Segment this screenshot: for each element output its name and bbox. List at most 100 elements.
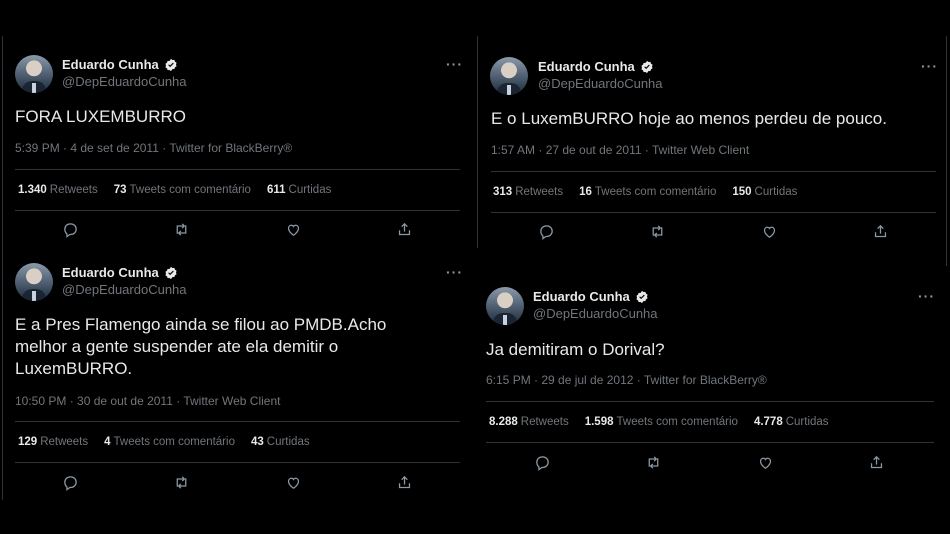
likes-count: 4.778 <box>753 416 783 428</box>
like-icon[interactable] <box>755 452 775 472</box>
quote-tweets-count: 4 <box>104 436 111 448</box>
retweets-stat[interactable]: 129 Retweets <box>18 436 88 448</box>
tweet-text: Ja demitiram o Dorival? <box>486 339 926 361</box>
author-row: Eduardo Cunha <box>62 57 178 72</box>
quote-tweets-stat[interactable]: 1.598 Tweets com comentário <box>585 416 738 428</box>
share-icon[interactable] <box>871 221 891 241</box>
tweet-card[interactable]: Eduardo Cunha @DepEduardoCunha ··· Ja de… <box>472 250 950 490</box>
retweets-count: 129 <box>18 436 38 448</box>
retweets-label: Retweets <box>515 186 564 198</box>
more-options-icon[interactable]: ··· <box>921 58 938 74</box>
quote-tweets-label: Tweets com comentário <box>113 436 235 448</box>
likes-label: Curtidas <box>288 184 332 196</box>
author-row: Eduardo Cunha <box>62 265 178 280</box>
author-name[interactable]: Eduardo Cunha <box>533 289 630 304</box>
likes-stat[interactable]: 4.778 Curtidas <box>754 416 829 428</box>
author-handle[interactable]: @DepEduardoCunha <box>62 74 187 89</box>
tweet-stats: 8.288 Retweets 1.598 Tweets com comentário… <box>489 416 845 428</box>
retweet-icon[interactable] <box>644 452 664 472</box>
author-row: Eduardo Cunha <box>533 289 649 304</box>
share-icon[interactable] <box>867 452 887 472</box>
reply-icon[interactable] <box>60 472 80 492</box>
retweets-label: Retweets <box>520 416 569 428</box>
author-name[interactable]: Eduardo Cunha <box>538 59 635 74</box>
tweet-text-line: LuxemBURRO. <box>15 359 133 378</box>
likes-label: Curtidas <box>754 186 798 198</box>
avatar[interactable] <box>15 263 53 301</box>
likes-label: Curtidas <box>266 436 310 448</box>
retweets-count: 1.340 <box>18 184 47 196</box>
like-icon[interactable] <box>759 221 779 241</box>
tweet-timestamp-source[interactable]: 5:39 PM · 4 de set de 2011 · Twitter for… <box>15 141 292 155</box>
quote-tweets-stat[interactable]: 4 Tweets com comentário <box>104 436 235 448</box>
divider <box>491 171 936 172</box>
avatar[interactable] <box>15 55 53 93</box>
author-handle[interactable]: @DepEduardoCunha <box>538 76 663 91</box>
tweet-stats: 313 Retweets 16 Tweets com comentário 150 C… <box>493 186 813 198</box>
retweets-stat[interactable]: 8.288 Retweets <box>489 416 569 428</box>
like-icon[interactable] <box>283 219 303 239</box>
quote-tweets-count: 1.598 <box>584 416 614 428</box>
likes-stat[interactable]: 43 Curtidas <box>251 436 310 448</box>
retweet-icon[interactable] <box>648 221 668 241</box>
action-bar <box>60 472 415 492</box>
retweets-stat[interactable]: 1.340 Retweets <box>18 184 98 196</box>
more-options-icon[interactable]: ··· <box>446 264 463 280</box>
tweet-card[interactable]: Eduardo Cunha @DepEduardoCunha ··· E o L… <box>476 0 950 250</box>
tweet-text: E a Pres Flamengo ainda se filou ao PMDB… <box>15 314 455 380</box>
avatar[interactable] <box>486 287 524 325</box>
tweet-card[interactable]: Eduardo Cunha @DepEduardoCunha ··· FORA … <box>0 0 475 250</box>
likes-stat[interactable]: 611 Curtidas <box>267 184 331 196</box>
author-name[interactable]: Eduardo Cunha <box>62 265 159 280</box>
more-options-icon[interactable]: ··· <box>446 56 463 72</box>
quote-tweets-label: Tweets com comentário <box>594 186 717 198</box>
share-icon[interactable] <box>395 219 415 239</box>
retweets-label: Retweets <box>40 436 89 448</box>
retweet-icon[interactable] <box>172 472 192 492</box>
likes-label: Curtidas <box>785 416 829 428</box>
author-name[interactable]: Eduardo Cunha <box>62 57 159 72</box>
reply-icon[interactable] <box>60 219 80 239</box>
quote-tweets-stat[interactable]: 16 Tweets com comentário <box>579 186 716 198</box>
quote-tweets-count: 73 <box>113 184 127 196</box>
retweets-count: 313 <box>493 186 513 198</box>
author-handle[interactable]: @DepEduardoCunha <box>62 282 187 297</box>
action-bar <box>536 221 891 241</box>
tweet-text-line: FORA LUXEMBURRO <box>15 107 186 126</box>
divider <box>15 462 460 463</box>
share-icon[interactable] <box>395 472 415 492</box>
tweet-text-line: E o LuxemBURRO hoje ao menos perdeu de p… <box>491 109 887 128</box>
divider <box>491 212 936 213</box>
likes-count: 611 <box>266 184 286 196</box>
action-bar <box>60 219 415 239</box>
verified-badge-icon <box>636 290 648 303</box>
reply-icon[interactable] <box>536 221 556 241</box>
more-options-icon[interactable]: ··· <box>918 288 935 304</box>
retweets-label: Retweets <box>49 184 98 196</box>
tweet-text: FORA LUXEMBURRO <box>15 106 455 128</box>
tweet-timestamp-source[interactable]: 1:57 AM · 27 de out de 2011 · Twitter We… <box>491 143 749 157</box>
tweet-text-line: E a Pres Flamengo ainda se filou ao PMDB… <box>15 315 387 334</box>
avatar[interactable] <box>490 57 528 95</box>
likes-count: 150 <box>732 186 752 198</box>
quote-tweets-stat[interactable]: 73 Tweets com comentário <box>114 184 251 196</box>
verified-badge-icon <box>165 266 177 279</box>
tweet-text-line: melhor a gente suspender ate ela demitir… <box>15 337 339 356</box>
divider <box>486 442 934 443</box>
author-handle[interactable]: @DepEduardoCunha <box>533 306 658 321</box>
tweet-timestamp-source[interactable]: 6:15 PM · 29 de jul de 2012 · Twitter fo… <box>486 373 767 387</box>
author-row: Eduardo Cunha <box>538 59 654 74</box>
retweet-icon[interactable] <box>172 219 192 239</box>
reply-icon[interactable] <box>532 452 552 472</box>
likes-stat[interactable]: 150 Curtidas <box>732 186 797 198</box>
like-icon[interactable] <box>283 472 303 492</box>
tweet-card[interactable]: Eduardo Cunha @DepEduardoCunha ··· E a P… <box>0 250 475 500</box>
verified-badge-icon <box>641 60 653 73</box>
verified-badge-icon <box>165 58 177 71</box>
tweet-timestamp-source[interactable]: 10:50 PM · 30 de out de 2011 · Twitter W… <box>15 394 280 408</box>
likes-count: 43 <box>250 436 264 448</box>
tweet-text: E o LuxemBURRO hoje ao menos perdeu de p… <box>491 108 931 130</box>
divider <box>486 401 934 402</box>
retweets-stat[interactable]: 313 Retweets <box>493 186 563 198</box>
quote-tweets-label: Tweets com comentário <box>616 416 738 428</box>
